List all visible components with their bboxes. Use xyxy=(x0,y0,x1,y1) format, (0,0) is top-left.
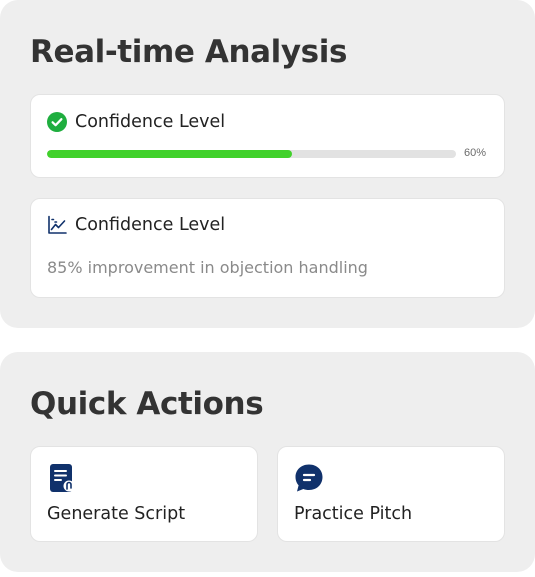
panel-title: Real-time Analysis xyxy=(30,34,348,70)
check-circle-icon xyxy=(47,112,67,132)
card-header: Confidence Level xyxy=(47,215,225,235)
panel-title: Quick Actions xyxy=(30,386,264,422)
progress-percentage: 60% xyxy=(464,147,487,159)
confidence-progress-bar xyxy=(47,150,456,158)
generate-script-button[interactable]: Generate Script xyxy=(30,446,258,542)
confidence-insight-card: Confidence Level 85% improvement in obje… xyxy=(30,198,505,298)
action-label: Practice Pitch xyxy=(294,504,413,524)
confidence-level-card: Confidence Level 60% xyxy=(30,94,505,178)
chat-bubble-icon xyxy=(294,463,324,493)
card-title: Confidence Level xyxy=(75,112,226,132)
realtime-analysis-panel: Real-time Analysis Confidence Level 60% xyxy=(0,0,535,328)
card-header: Confidence Level xyxy=(47,112,225,132)
quick-actions-panel: Quick Actions Generate Script Practice P… xyxy=(0,352,535,572)
line-chart-icon xyxy=(47,215,67,235)
practice-pitch-button[interactable]: Practice Pitch xyxy=(277,446,505,542)
script-document-icon xyxy=(47,463,77,493)
insight-text: 85% improvement in objection handling xyxy=(47,258,368,277)
card-title: Confidence Level xyxy=(75,215,226,235)
progress-fill xyxy=(47,150,293,158)
action-label: Generate Script xyxy=(47,504,186,524)
